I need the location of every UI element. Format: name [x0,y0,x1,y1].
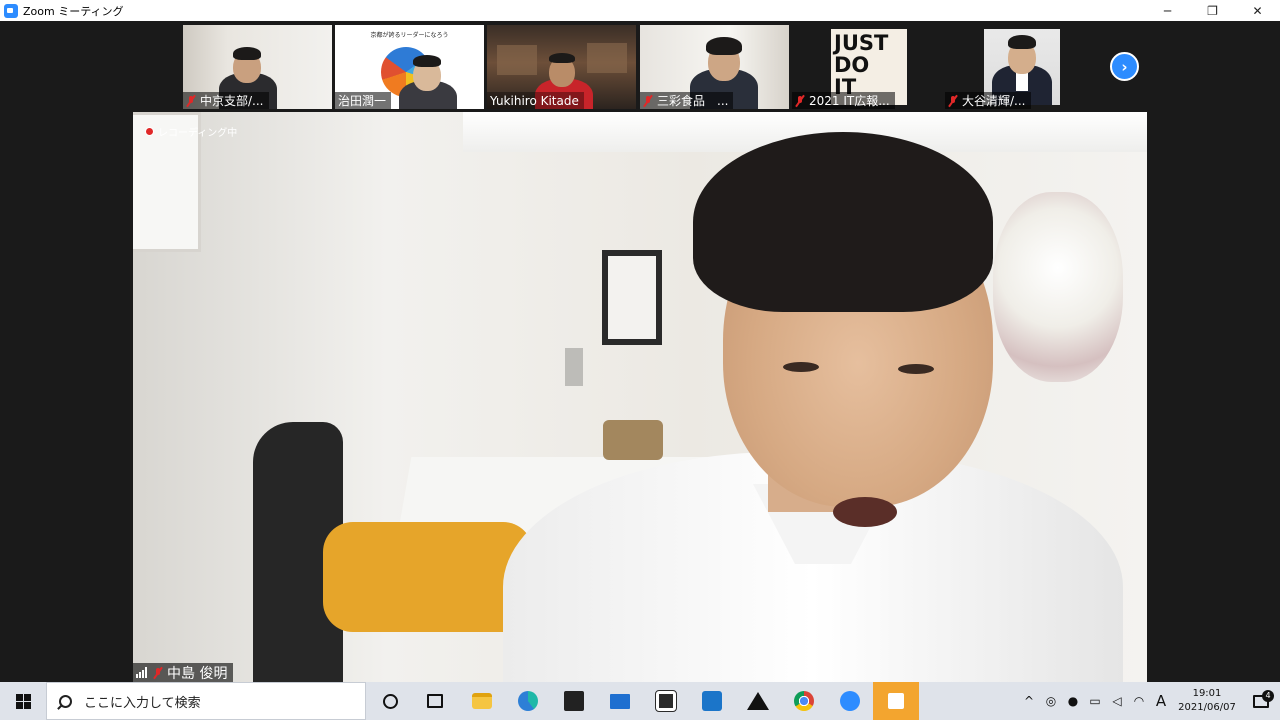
microphone-icon[interactable]: ● [1062,694,1084,708]
speaker-name-bar: 中島 俊明 [133,663,234,682]
participant-name-bar: 三彩食品 ... [640,92,734,109]
search-placeholder: ここに入力して検索 [84,695,201,711]
zoom-logo-icon [4,3,18,18]
recording-indicator: レコーディング中 [145,124,237,139]
zoom-icon [840,691,860,711]
chevron-right-icon: › [1121,57,1128,76]
active-speaker-video[interactable]: レコーディング中 中島 俊明 [133,112,1147,682]
minimize-button[interactable]: ─ [1145,0,1190,21]
system-tray: ^ ◎ ● ▭ ◁ ◠ A 19:01 2021/06/07 4 [1018,682,1280,720]
ime-mode-indicator[interactable]: A [1150,692,1172,710]
participant-name: Yukihiro Kitade [490,93,579,108]
mic-muted-icon [795,95,805,107]
mic-muted-icon [153,667,163,679]
app-button[interactable] [643,682,689,720]
cube-app-icon [888,693,904,709]
mic-muted-icon [643,95,653,107]
folder-icon [472,693,492,709]
mail-icon [610,693,630,709]
mic-muted-icon [186,95,196,107]
participant-name-bar: 2021 IT広報... [792,92,895,109]
participant-name-bar: 治田潤一 [335,92,392,109]
participant-thumbnail[interactable]: 中京支部/... [183,25,332,109]
active-app-button[interactable] [873,682,919,720]
speaker-mouth [833,497,897,527]
cortana-button[interactable] [367,682,413,720]
chair-back-right [603,420,663,460]
triangle-app-icon [747,692,769,710]
participant-name: 治田潤一 [338,94,387,108]
window-title: Zoom ミーティング [23,4,124,18]
chrome-button[interactable] [781,682,827,720]
clock-time: 19:01 [1192,688,1222,699]
participant-name: 2021 IT広報... [809,94,890,108]
edge-icon [518,691,538,711]
wifi-icon[interactable]: ◠ [1128,694,1150,708]
notification-count-badge: 4 [1262,689,1274,702]
zoom-taskbar-button[interactable] [827,682,873,720]
participant-thumbnail[interactable]: Yukihiro Kitade [487,25,636,109]
participant-thumbnail[interactable]: 大谷清輝/... [945,25,1094,109]
edge-browser-button[interactable] [505,682,551,720]
app-triangle-button[interactable] [735,682,781,720]
speaker-left-eye [783,362,819,372]
speaker-name: 中島 俊明 [167,665,228,682]
signal-strength-icon [136,667,148,678]
participant-name: 中京支部/... [200,94,264,108]
slide-title: 京都が誇るリーダーになろう [370,32,449,39]
start-button[interactable] [0,682,46,720]
webcam-icon[interactable]: ◎ [1040,694,1062,708]
participant-name: 三彩食品 ... [657,94,729,108]
volume-icon[interactable]: ◁ [1106,694,1128,708]
cortana-circle-icon [382,693,398,709]
app-blue-icon [702,691,722,711]
windows-logo-icon [15,693,31,709]
file-explorer-button[interactable] [459,682,505,720]
participant-name-bar: 中京支部/... [183,92,269,109]
wall-switch [565,348,583,386]
clock-date: 2021/06/07 [1178,702,1236,713]
store-button[interactable] [551,682,597,720]
app-square-icon [655,690,677,712]
participant-strip: 中京支部/... 京都が誇るリーダーになろう 治田潤一 Yukihiro Kit… [0,21,1280,111]
chrome-icon [794,691,814,711]
participant-thumbnail[interactable]: 三彩食品 ... [640,25,789,109]
search-icon [59,694,72,708]
participant-name-bar: 大谷清輝/... [945,92,1031,109]
battery-icon[interactable]: ▭ [1084,694,1106,708]
task-view-icon [427,694,443,708]
mic-muted-icon [948,95,958,107]
window-title-bar: Zoom ミーティング ─ ❐ ✕ [0,0,1280,21]
next-page-button[interactable]: › [1110,52,1139,81]
task-view-button[interactable] [412,682,458,720]
recording-label: レコーディング中 [158,128,238,139]
mail-button[interactable] [597,682,643,720]
poster-text: JUST DO IT [834,31,889,99]
wall-window [602,250,662,345]
speaker-right-eye [898,364,934,374]
notification-center-button[interactable]: 4 [1242,689,1280,708]
store-bag-icon [564,691,584,711]
system-clock[interactable]: 19:01 2021/06/07 [1172,687,1242,715]
taskbar-search-box[interactable]: ここに入力して検索 [46,682,366,720]
participant-name-bar: Yukihiro Kitade [487,92,584,109]
participant-thumbnail[interactable]: 京都が誇るリーダーになろう 治田潤一 [335,25,484,109]
restore-button[interactable]: ❐ [1190,0,1235,21]
participant-name: 大谷清輝/... [962,94,1026,108]
participant-thumbnail[interactable]: JUST DO IT 2021 IT広報... [792,25,941,109]
speaker-hair [693,132,993,312]
office-chair-seat [323,522,533,632]
flower-bouquet [993,192,1123,382]
close-button[interactable]: ✕ [1235,0,1280,21]
tray-expand-button[interactable]: ^ [1018,694,1040,708]
app-blue-button[interactable] [689,682,735,720]
record-icon [145,127,154,136]
